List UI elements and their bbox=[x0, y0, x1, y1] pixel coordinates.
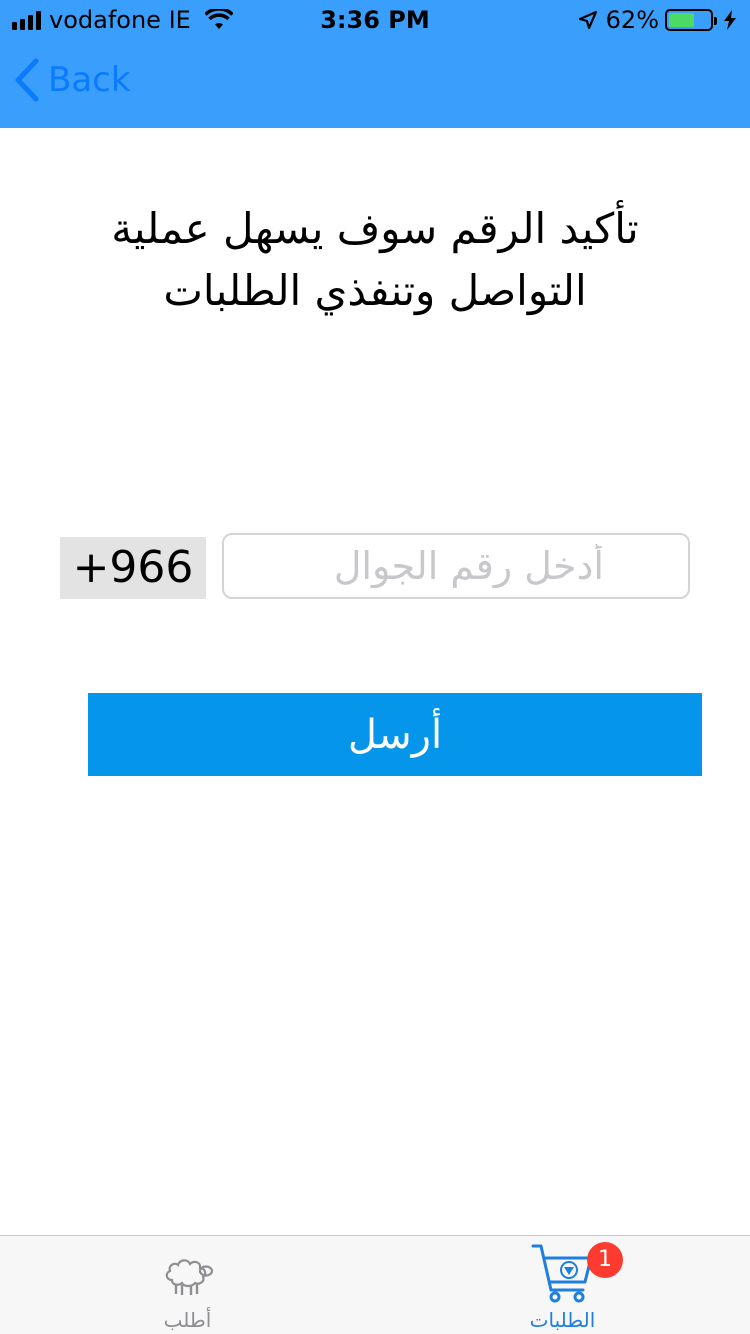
location-arrow-icon bbox=[578, 10, 597, 30]
tab-bar: أطلب 1 الطلبات bbox=[0, 1235, 750, 1334]
phone-number-input[interactable] bbox=[222, 533, 690, 599]
nav-bar: Back bbox=[0, 40, 750, 128]
status-right: 62% bbox=[578, 6, 738, 34]
send-button[interactable]: أرسل bbox=[88, 693, 702, 776]
sheep-icon bbox=[165, 1259, 213, 1295]
battery-percent: 62% bbox=[605, 6, 659, 34]
battery-fill bbox=[669, 13, 694, 27]
screen: vodafone IE 3:36 PM 62% Back تأكيد الرقم… bbox=[0, 0, 750, 1334]
battery-cap bbox=[714, 17, 717, 25]
tab-orders[interactable]: 1 الطلبات bbox=[375, 1236, 750, 1334]
back-button[interactable]: Back bbox=[14, 58, 131, 102]
battery-icon bbox=[665, 9, 717, 31]
tab-order-label: أطلب bbox=[163, 1308, 212, 1332]
orders-badge: 1 bbox=[587, 1242, 623, 1278]
charging-bolt-icon bbox=[724, 10, 736, 30]
chevron-left-icon bbox=[15, 58, 39, 102]
country-code-label: +966 bbox=[60, 537, 206, 599]
tab-orders-label: الطلبات bbox=[529, 1308, 596, 1332]
page-headline: تأكيد الرقم سوف يسهل عملية التواصل وتنفذ… bbox=[111, 204, 639, 315]
cart-icon bbox=[531, 1244, 592, 1303]
back-label: Back bbox=[48, 60, 131, 100]
status-bar: vodafone IE 3:36 PM 62% bbox=[0, 0, 750, 40]
tab-order[interactable]: أطلب bbox=[0, 1236, 375, 1334]
